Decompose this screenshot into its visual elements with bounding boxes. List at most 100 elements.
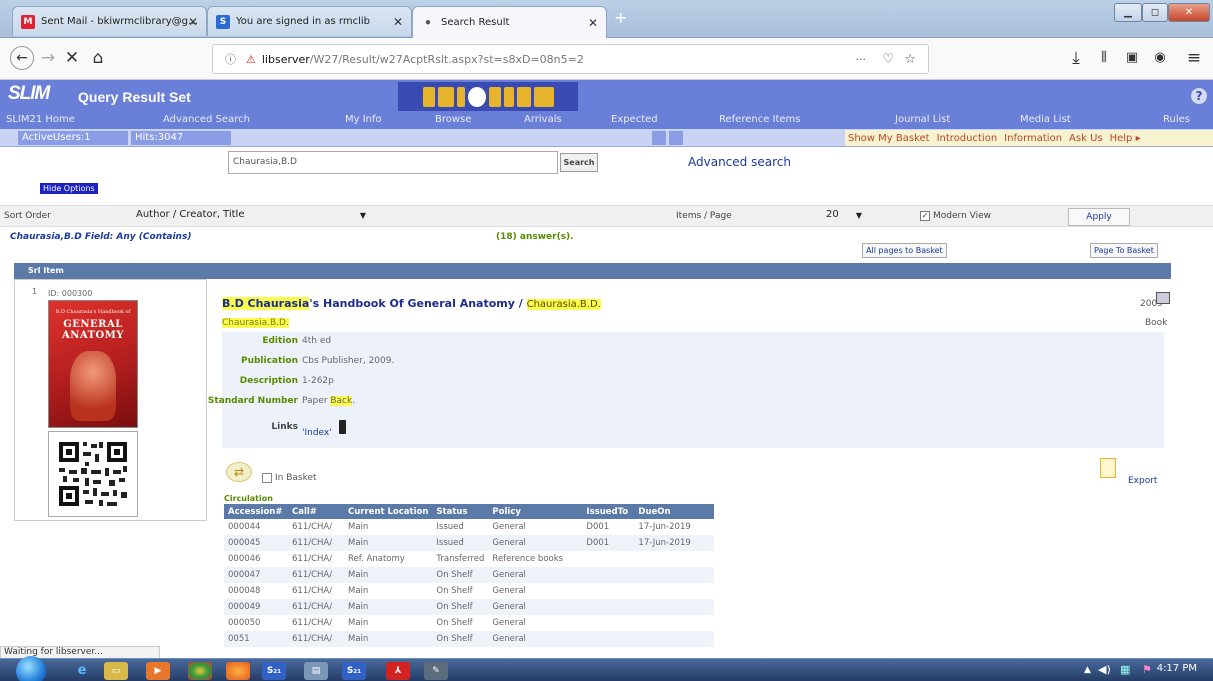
library-icon[interactable]: ⫼ <box>1094 48 1114 68</box>
export-link[interactable]: Export <box>1128 476 1157 486</box>
accession-cell[interactable]: 000050 <box>224 615 288 631</box>
due-on-cell <box>634 615 714 631</box>
record-author[interactable]: Chaurasia.B.D. <box>222 318 289 328</box>
pocket-icon[interactable]: ♡ <box>882 52 894 67</box>
start-button[interactable] <box>16 656 46 681</box>
menu-item-media-list[interactable]: Media List <box>1020 114 1071 125</box>
sort-order-value: Author / Creator, Title <box>136 209 245 220</box>
search-input[interactable]: Chaurasia,B.D <box>228 151 558 174</box>
export-icon[interactable] <box>1100 458 1116 478</box>
sort-order-select[interactable]: Author / Creator, Title ▼ <box>133 209 369 225</box>
basket-icon[interactable]: ⇄ <box>226 462 252 482</box>
menu-item-reference-items[interactable]: Reference Items <box>719 114 801 125</box>
call-cell: 611/CHA/ <box>292 522 333 532</box>
maximize-button[interactable]: ◻ <box>1142 3 1168 22</box>
close-icon[interactable]: ✕ <box>188 15 198 29</box>
new-tab-button[interactable]: + <box>614 8 627 27</box>
account-icon[interactable]: ◉ <box>1150 48 1170 68</box>
accession-cell[interactable]: 000048 <box>224 583 288 599</box>
active-users: ActiveUsers:1 <box>18 131 128 145</box>
status-cell: On Shelf <box>436 586 473 596</box>
modern-view-label: Modern View <box>933 211 991 221</box>
standard-number-label: Standard Number <box>207 396 298 406</box>
show-basket-link[interactable]: Show My Basket <box>848 133 930 144</box>
in-basket-toggle[interactable]: In Basket <box>262 473 317 483</box>
tray-arrow-icon[interactable]: ▲ <box>1084 665 1091 675</box>
forward-icon[interactable]: → <box>38 48 58 68</box>
col-policy: Policy <box>488 504 583 519</box>
ie-icon[interactable]: e <box>70 662 94 680</box>
modern-view-toggle[interactable]: ✓ Modern View <box>920 211 991 221</box>
call-cell: 611/CHA/ <box>292 618 333 628</box>
explorer-icon[interactable]: ▭ <box>104 662 128 680</box>
menu-item-rules[interactable]: Rules <box>1163 114 1190 125</box>
download-icon[interactable]: ⤓ <box>1066 48 1086 68</box>
accession-cell[interactable]: 000049 <box>224 599 288 615</box>
menu-item-arrivals[interactable]: Arrivals <box>524 114 562 125</box>
url-bar[interactable]: ⓘ ⚠ libserver /W27/Result/w27AcptRslt.as… <box>212 44 929 74</box>
network-icon[interactable]: ▦ <box>1120 663 1130 676</box>
chrome-icon[interactable] <box>188 662 212 680</box>
close-window-button[interactable]: ✕ <box>1168 3 1210 22</box>
close-icon[interactable]: ✕ <box>393 15 403 29</box>
bookmark-star-icon[interactable]: ☆ <box>904 52 916 67</box>
page-actions-icon[interactable]: ··· <box>856 53 867 66</box>
index-link[interactable]: 'Index' <box>302 428 332 438</box>
policy-cell: General <box>488 599 583 615</box>
menu-icon[interactable]: ≡ <box>1184 48 1204 68</box>
record-title[interactable]: B.D Chaurasia's Handbook Of General Anat… <box>222 297 601 310</box>
menu-item-my-info[interactable]: My Info <box>345 114 382 125</box>
help-link[interactable]: Help ▸ <box>1110 133 1141 144</box>
menu-item-journal-list[interactable]: Journal List <box>895 114 950 125</box>
ask-us-link[interactable]: Ask Us <box>1069 133 1103 144</box>
accession-cell[interactable]: 000045 <box>224 535 288 551</box>
apply-button[interactable]: Apply <box>1068 208 1130 226</box>
accession-cell[interactable]: 000044 <box>224 519 288 535</box>
help-icon[interactable]: ? <box>1191 88 1207 104</box>
tab-sent-mail[interactable]: M Sent Mail - bkiwrmclibrary@g… ✕ <box>12 6 207 36</box>
stop-icon[interactable]: ✕ <box>62 48 82 68</box>
advanced-search-link[interactable]: Advanced search <box>688 155 791 169</box>
menu-item-home[interactable]: SLIM21 Home <box>6 114 75 125</box>
title-text: 's Handbook Of General Anatomy / <box>309 297 527 310</box>
home-icon[interactable]: ⌂ <box>88 48 108 68</box>
firefox-icon[interactable] <box>226 662 250 680</box>
media-player-icon[interactable]: ▶ <box>146 662 170 680</box>
menu-item-advanced-search[interactable]: Advanced Search <box>163 114 250 125</box>
accession-cell[interactable]: 000047 <box>224 567 288 583</box>
tab-search-result[interactable]: • Search Result ✕ <box>412 6 607 38</box>
info-icon[interactable]: ⓘ <box>225 51 236 67</box>
window-icon[interactable]: ▤ <box>304 662 328 680</box>
tab-slim[interactable]: S You are signed in as rmclib ✕ <box>207 6 412 36</box>
book-cover-image[interactable]: B.D Chaurasia's Handbook of GENERAL ANAT… <box>48 300 138 428</box>
all-pages-to-basket-button[interactable]: All pages to Basket <box>862 243 947 258</box>
minimize-button[interactable]: ▁ <box>1114 3 1142 22</box>
page-to-basket-button[interactable]: Page To Basket <box>1090 243 1158 258</box>
modern-view-checkbox[interactable]: ✓ <box>920 211 930 221</box>
close-icon[interactable]: ✕ <box>588 16 598 30</box>
slim-app-icon[interactable]: S₂₁ <box>262 662 286 680</box>
system-clock[interactable]: 4:17 PM <box>1157 663 1197 674</box>
menu-item-expected[interactable]: Expected <box>611 114 658 125</box>
in-basket-checkbox[interactable] <box>262 473 272 483</box>
menu-item-browse[interactable]: Browse <box>435 114 471 125</box>
back-icon[interactable]: ← <box>10 46 34 70</box>
policy-cell: General <box>492 522 526 532</box>
hide-options-button[interactable]: Hide Options <box>40 183 98 194</box>
title-author[interactable]: Chaurasia.B.D. <box>526 299 601 310</box>
items-per-page-select[interactable]: 20 ▼ <box>823 209 865 225</box>
information-link[interactable]: Information <box>1004 133 1062 144</box>
sidebar-icon[interactable]: ▣ <box>1122 48 1142 68</box>
slim-logo[interactable]: SLIM <box>8 83 50 105</box>
location-cell: Main <box>344 631 433 647</box>
slim-app-icon[interactable]: S₂₁ <box>342 662 366 680</box>
accession-cell[interactable]: 000046 <box>224 551 288 567</box>
pdf-reader-icon[interactable]: ⅄ <box>386 662 410 680</box>
flag-icon[interactable]: ⚑ <box>1142 663 1152 676</box>
paint-icon[interactable]: ✎ <box>424 662 448 680</box>
volume-icon[interactable]: ◀) <box>1098 663 1111 676</box>
introduction-link[interactable]: Introduction <box>937 133 998 144</box>
accession-cell[interactable]: 0051 <box>224 631 288 647</box>
search-button[interactable]: Search <box>560 153 598 172</box>
library-banner <box>398 82 578 111</box>
